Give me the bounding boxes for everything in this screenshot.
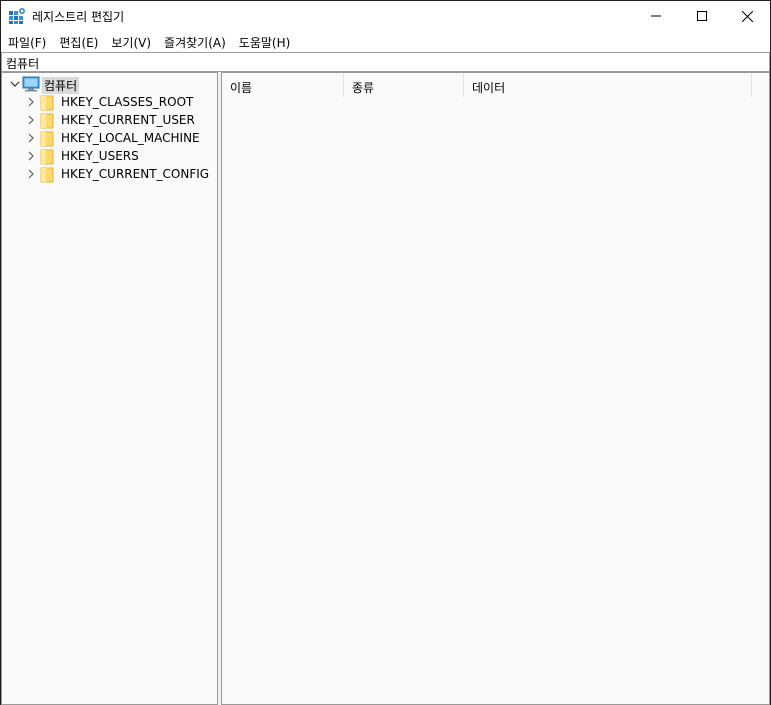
column-header-name[interactable]: 이름 xyxy=(222,73,344,97)
minimize-icon xyxy=(651,15,661,17)
tree-item-hkey-local-machine[interactable]: HKEY_LOCAL_MACHINE xyxy=(2,129,215,147)
tree-item-label: HKEY_CURRENT_CONFIG xyxy=(61,167,210,181)
column-header-type[interactable]: 종류 xyxy=(344,73,464,97)
menu-file[interactable]: 파일(F) xyxy=(1,31,52,51)
address-bar[interactable]: 컴퓨터 xyxy=(1,52,770,72)
menu-view[interactable]: 보기(V) xyxy=(104,31,157,51)
computer-icon xyxy=(22,76,40,92)
menu-help[interactable]: 도움말(H) xyxy=(232,31,297,51)
tree-item-label: HKEY_CURRENT_USER xyxy=(61,113,195,127)
tree-item-hkey-current-config[interactable]: HKEY_CURRENT_CONFIG xyxy=(2,165,215,183)
tree-item-label: 컴퓨터 xyxy=(42,77,80,94)
chevron-right-icon[interactable] xyxy=(26,111,36,129)
menu-favorites[interactable]: 즐겨찾기(A) xyxy=(157,31,232,51)
tree-item-hkey-current-user[interactable]: HKEY_CURRENT_USER xyxy=(2,111,215,129)
registry-tree[interactable]: 컴퓨터 HKEY_CLASSES_ROOT HKEY_CURRENT_USER xyxy=(1,72,218,705)
folder-icon xyxy=(40,167,54,183)
minimize-button[interactable] xyxy=(633,1,679,31)
tree-item-label: HKEY_CLASSES_ROOT xyxy=(61,95,194,109)
tree-item-hkey-classes-root[interactable]: HKEY_CLASSES_ROOT xyxy=(2,93,215,111)
registry-editor-icon xyxy=(9,8,25,24)
chevron-right-icon[interactable] xyxy=(26,93,36,111)
maximize-icon xyxy=(697,11,707,21)
folder-icon xyxy=(40,149,54,165)
address-path[interactable]: 컴퓨터 xyxy=(6,55,39,72)
maximize-button[interactable] xyxy=(679,1,725,31)
folder-icon xyxy=(40,95,54,111)
window-title: 레지스트리 편집기 xyxy=(32,10,125,24)
tree-item-label: HKEY_USERS xyxy=(61,149,139,163)
close-icon xyxy=(741,10,753,22)
chevron-right-icon[interactable] xyxy=(26,165,36,183)
menu-edit[interactable]: 편집(E) xyxy=(52,31,104,51)
column-header-data[interactable]: 데이터 xyxy=(464,73,752,97)
folder-icon xyxy=(40,113,54,129)
folder-icon xyxy=(40,131,54,147)
list-header: 이름 종류 데이터 xyxy=(222,73,769,97)
chevron-right-icon[interactable] xyxy=(26,147,36,165)
registry-editor-window: 레지스트리 편집기 파일(F) 편집(E) 보기(V) 즐겨찾기(A) 도움말(… xyxy=(0,0,771,705)
chevron-right-icon[interactable] xyxy=(26,129,36,147)
chevron-down-icon[interactable] xyxy=(10,75,20,93)
title-bar[interactable]: 레지스트리 편집기 xyxy=(1,1,770,31)
tree-item-hkey-users[interactable]: HKEY_USERS xyxy=(2,147,215,165)
values-list[interactable]: 이름 종류 데이터 xyxy=(221,72,770,705)
tree-item-computer[interactable]: 컴퓨터 xyxy=(2,75,215,94)
menu-bar: 파일(F) 편집(E) 보기(V) 즐겨찾기(A) 도움말(H) xyxy=(1,31,770,51)
close-button[interactable] xyxy=(724,1,770,31)
tree-item-label: HKEY_LOCAL_MACHINE xyxy=(61,131,200,145)
